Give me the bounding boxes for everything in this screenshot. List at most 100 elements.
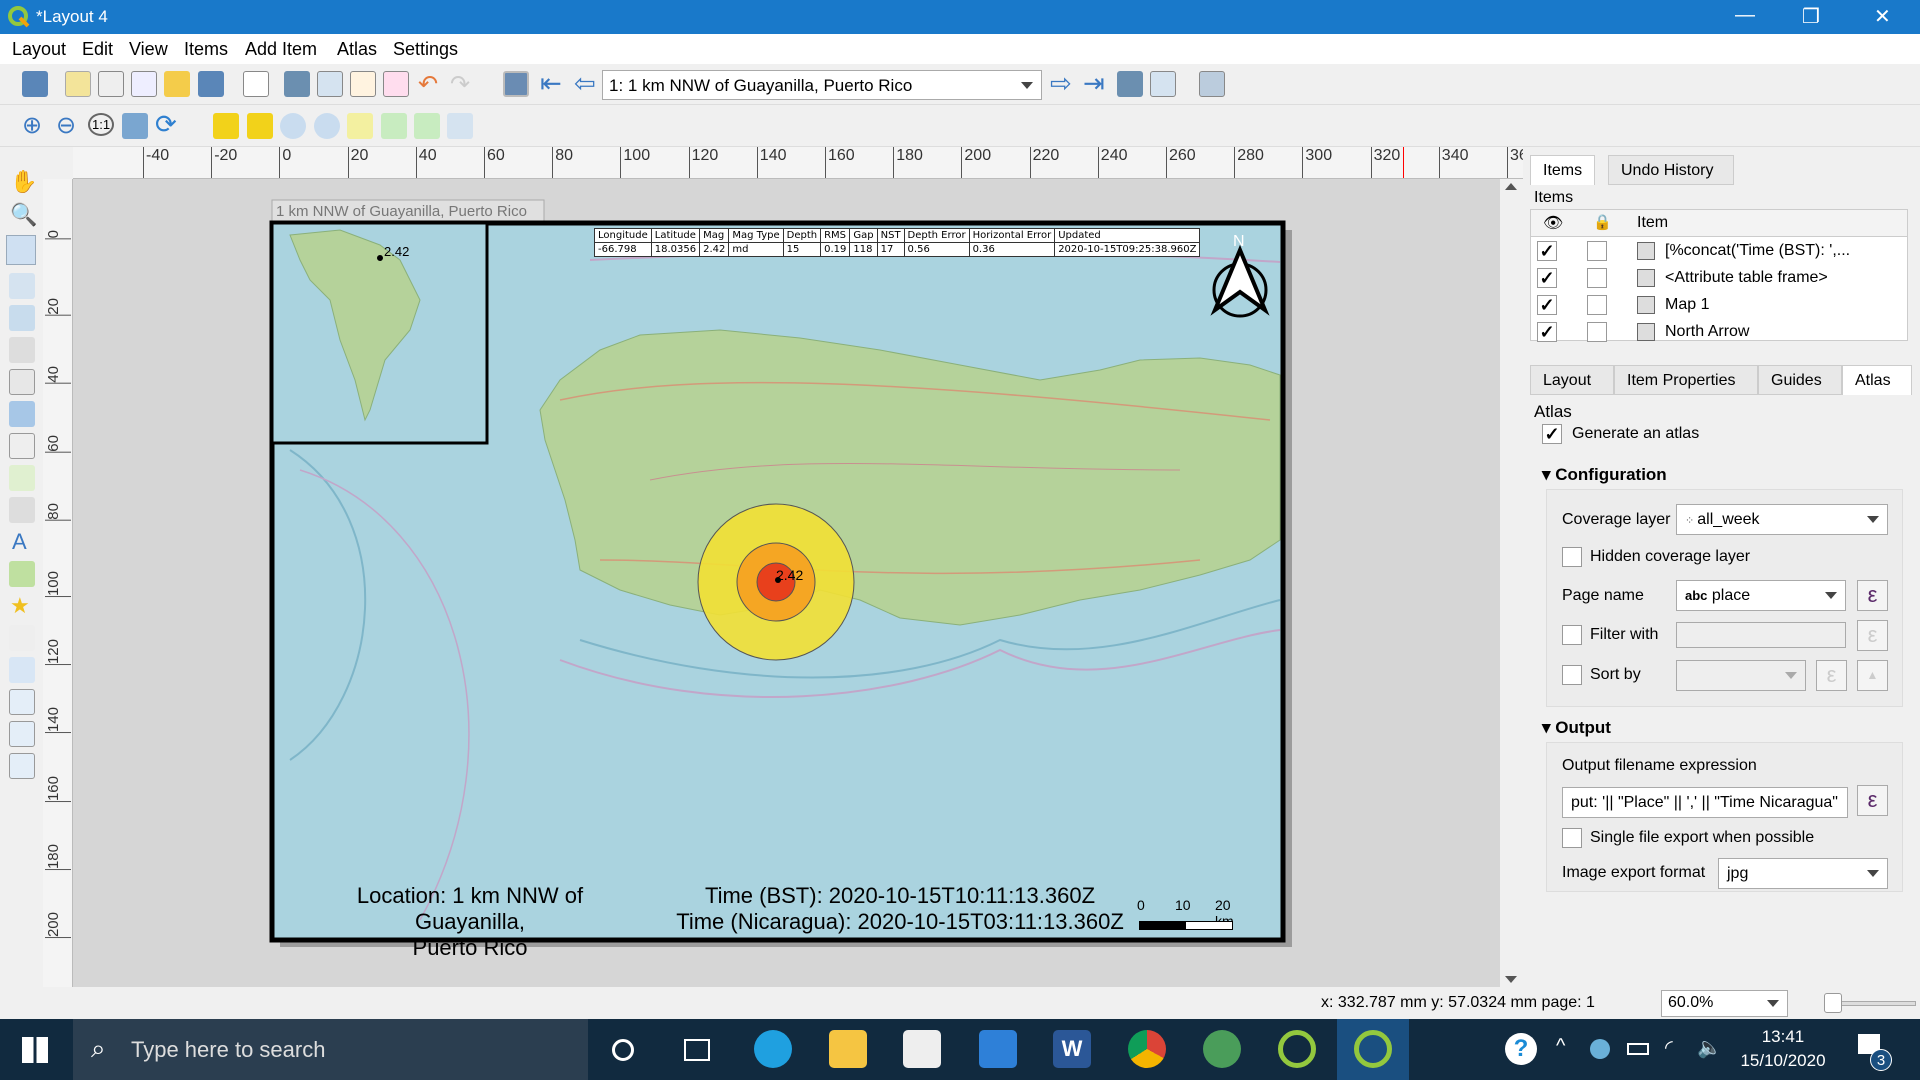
zoom-actual-icon[interactable]: 1:1 — [88, 113, 115, 136]
zoom-slider-handle[interactable] — [1824, 993, 1842, 1013]
raise-icon[interactable] — [347, 113, 373, 139]
close-button[interactable]: ✕ — [1874, 4, 1891, 29]
taskbar-search[interactable]: ⌕ Type here to search — [73, 1019, 588, 1080]
export-pdf-icon[interactable] — [383, 71, 409, 97]
add-north-arrow-icon[interactable]: A — [12, 529, 27, 555]
filter-expression-button[interactable]: ε — [1857, 620, 1888, 651]
hidden-coverage-checkbox[interactable] — [1562, 547, 1582, 567]
visibility-checkbox[interactable]: ✓ — [1537, 268, 1557, 288]
menu-atlas[interactable]: Atlas — [337, 39, 377, 60]
group-icon[interactable] — [280, 113, 306, 139]
zoom-tool-icon[interactable]: 🔍 — [10, 202, 37, 228]
sort-by-select[interactable] — [1676, 660, 1806, 691]
qgis-active-taskbar-button[interactable] — [1337, 1019, 1409, 1080]
chevron-up-icon[interactable]: ^ — [1556, 1035, 1565, 1058]
tab-undo-history[interactable]: Undo History — [1608, 155, 1734, 185]
location-text[interactable]: Location: 1 km NNW of Guayanilla, Puerto… — [300, 883, 640, 961]
export-svg-icon[interactable] — [350, 71, 376, 97]
task-view-icon[interactable] — [684, 1039, 710, 1061]
help-icon[interactable]: ? — [1505, 1033, 1537, 1065]
tab-items[interactable]: Items — [1530, 155, 1596, 185]
page-name-select[interactable]: abc place — [1676, 580, 1846, 611]
layout-canvas[interactable]: 2.42 2.42 N 1 km NNW of Guayanilla, Puer… — [73, 179, 1500, 987]
align-left-icon[interactable] — [381, 113, 407, 139]
add-legend-icon[interactable] — [9, 465, 35, 491]
edge-icon[interactable] — [754, 1030, 792, 1068]
output-section[interactable]: ▾ Output — [1542, 718, 1611, 738]
refresh-icon[interactable]: ⟳ — [155, 109, 177, 140]
open-folder-icon[interactable] — [164, 71, 190, 97]
lock-checkbox[interactable] — [1587, 295, 1607, 315]
visibility-checkbox[interactable]: ✓ — [1537, 322, 1557, 342]
redo-icon[interactable]: ↷ — [450, 70, 470, 99]
add-fixed-table-icon[interactable] — [9, 753, 35, 779]
export-atlas-icon[interactable] — [1150, 71, 1176, 97]
previous-feature-icon[interactable]: ⇦ — [574, 68, 596, 99]
scroll-down-icon[interactable] — [1505, 976, 1517, 983]
attribute-table[interactable]: Longitude Latitude Mag Mag Type Depth RMS Gap N… — [594, 228, 1201, 257]
qgis-taskbar-icon[interactable] — [1278, 1030, 1316, 1068]
cortana-icon[interactable] — [612, 1039, 634, 1061]
output-expression-input[interactable]: put: '|| "Place" || ',' || "Time Nicarag… — [1562, 787, 1848, 818]
list-item[interactable]: ✓ <Attribute table frame> — [1531, 265, 1907, 292]
lock-checkbox[interactable] — [1587, 241, 1607, 261]
minimize-button[interactable]: — — [1735, 4, 1755, 27]
first-feature-icon[interactable]: ⇤ — [540, 68, 562, 99]
last-feature-icon[interactable]: ⇥ — [1083, 68, 1105, 99]
resize-icon[interactable] — [447, 113, 473, 139]
add-shape-icon[interactable] — [9, 561, 35, 587]
tab-layout[interactable]: Layout — [1530, 365, 1614, 395]
add-html-icon[interactable] — [9, 689, 35, 715]
add-picture-icon[interactable] — [9, 401, 35, 427]
distribute-icon[interactable] — [414, 113, 440, 139]
add-marker-icon[interactable]: ★ — [10, 593, 30, 619]
menu-view[interactable]: View — [129, 39, 168, 60]
add-3d-map-icon[interactable] — [9, 337, 35, 363]
chrome-icon[interactable] — [1128, 1030, 1166, 1068]
add-polygon-icon[interactable] — [9, 657, 35, 683]
save-icon[interactable] — [22, 71, 48, 97]
zoom-select[interactable]: 60.0% — [1661, 990, 1788, 1017]
ungroup-icon[interactable] — [314, 113, 340, 139]
list-item[interactable]: ✓ North Arrow — [1531, 319, 1907, 346]
list-item[interactable]: ✓ [%concat('Time (BST): ',... — [1531, 238, 1907, 265]
time-text[interactable]: Time (BST): 2020-10-15T10:11:13.360Z Tim… — [670, 883, 1130, 935]
image-format-select[interactable]: jpg — [1718, 858, 1888, 889]
restore-button[interactable]: ❐ — [1802, 4, 1820, 29]
tab-guides[interactable]: Guides — [1758, 365, 1842, 395]
volume-icon[interactable]: 🔈 — [1697, 1035, 1722, 1060]
add-attribute-table-icon[interactable] — [9, 721, 35, 747]
battery-icon[interactable] — [1627, 1043, 1649, 1055]
word-icon[interactable]: W — [1053, 1030, 1091, 1068]
lock-checkbox[interactable] — [1587, 268, 1607, 288]
select-icon[interactable] — [6, 235, 36, 265]
edit-nodes-icon[interactable] — [9, 305, 35, 331]
move-content-icon[interactable] — [9, 273, 35, 299]
add-map-icon[interactable] — [9, 369, 35, 395]
layout-manager-icon[interactable] — [131, 71, 157, 97]
print-icon[interactable] — [284, 71, 310, 97]
windows-start-icon[interactable] — [22, 1037, 48, 1063]
scalebar[interactable]: 0 10 20 km — [1135, 897, 1245, 937]
export-image-icon[interactable] — [317, 71, 343, 97]
sort-by-checkbox[interactable] — [1562, 665, 1582, 685]
menu-layout[interactable]: Layout — [12, 39, 66, 60]
sort-expression-button[interactable]: ε — [1816, 660, 1847, 691]
save-as-template-icon[interactable] — [198, 71, 224, 97]
canvas-vertical-scrollbar[interactable] — [1500, 179, 1522, 987]
atlas-preview-icon[interactable] — [503, 71, 529, 97]
network-globe-icon[interactable] — [1590, 1039, 1610, 1059]
menu-items[interactable]: Items — [184, 39, 228, 60]
generate-atlas-checkbox[interactable]: ✓ — [1542, 424, 1562, 444]
menu-edit[interactable]: Edit — [82, 39, 113, 60]
atlas-settings-icon[interactable] — [1199, 71, 1225, 97]
add-label-icon[interactable] — [9, 433, 35, 459]
add-scalebar-icon[interactable] — [9, 497, 35, 523]
lock-checkbox[interactable] — [1587, 322, 1607, 342]
print-atlas-icon[interactable] — [1117, 71, 1143, 97]
tab-item-properties[interactable]: Item Properties — [1614, 365, 1758, 395]
filter-input[interactable] — [1676, 622, 1846, 648]
scroll-up-icon[interactable] — [1505, 183, 1517, 190]
add-polyline-icon[interactable] — [9, 625, 35, 651]
new-layout-icon[interactable] — [65, 71, 91, 97]
